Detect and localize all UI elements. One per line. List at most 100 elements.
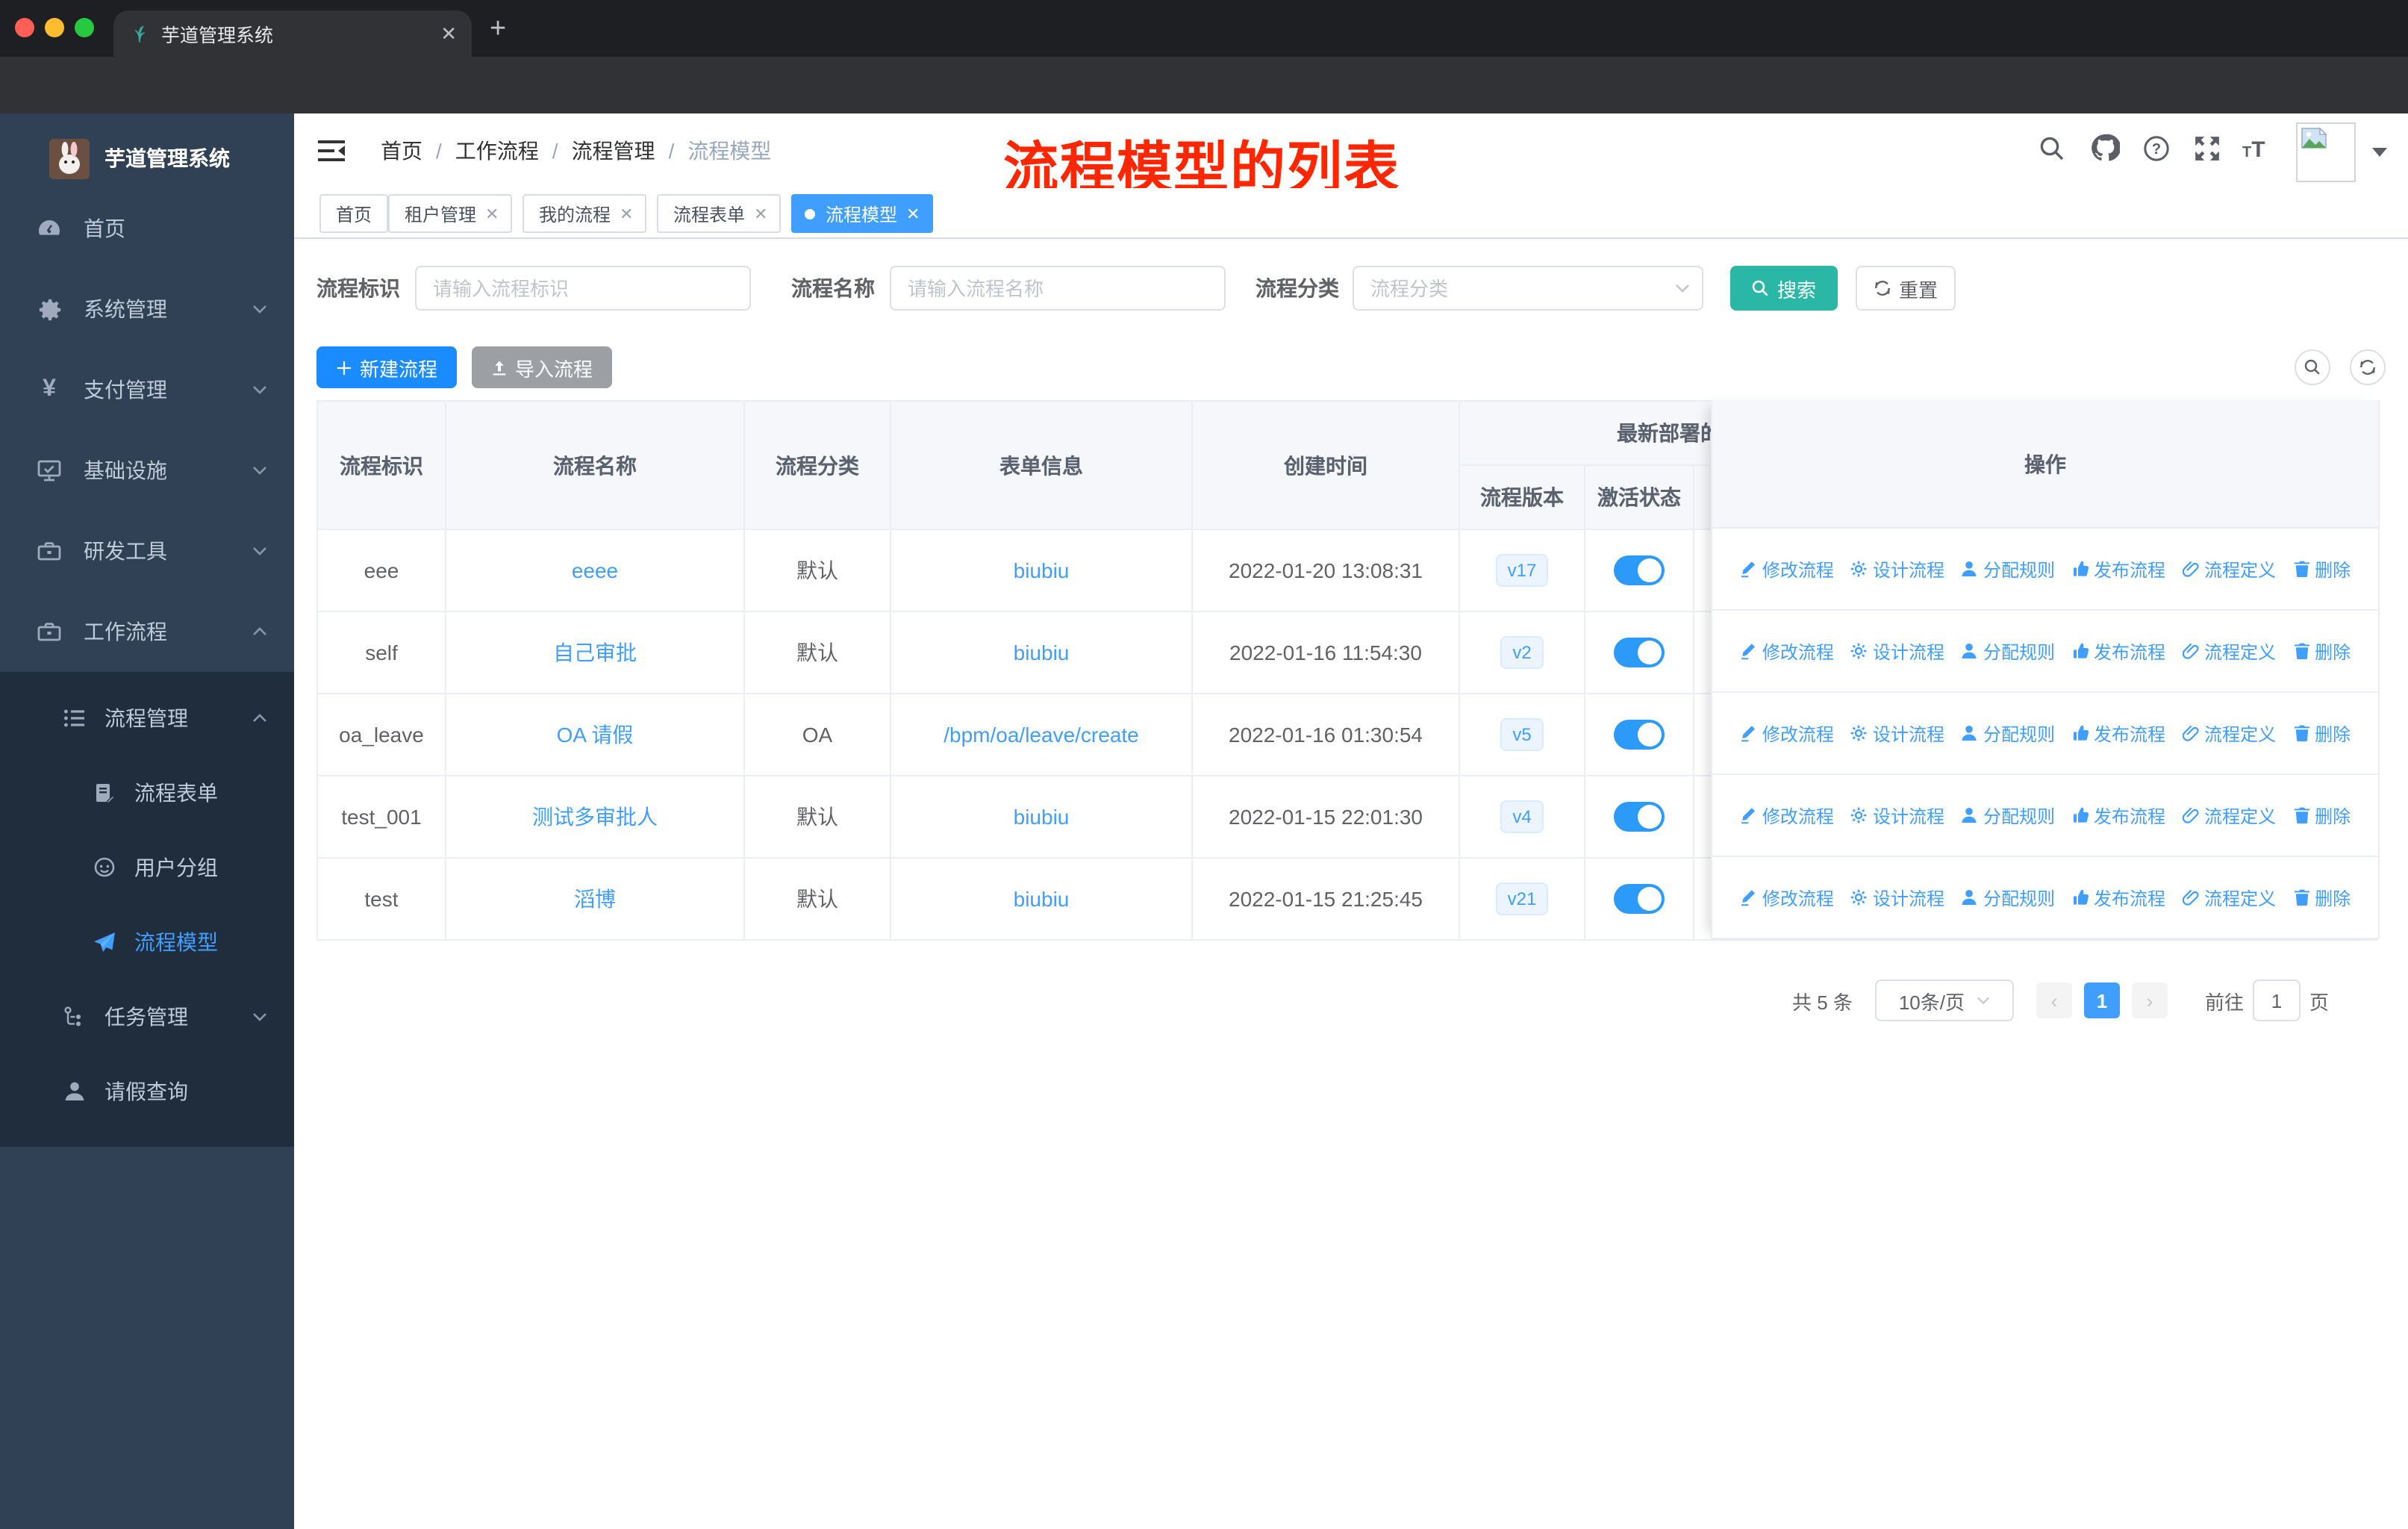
design-process-link[interactable]: 设计流程 (1850, 556, 1944, 582)
process-name-input[interactable] (890, 266, 1226, 311)
publish-process-link[interactable]: 发布流程 (2071, 885, 2165, 910)
close-window-button[interactable] (15, 18, 34, 37)
sidebar-item-home[interactable]: 首页 (0, 188, 294, 269)
modify-process-link[interactable]: 修改流程 (1740, 638, 1834, 664)
process-name-link[interactable]: OA 请假 (557, 723, 634, 747)
breadcrumb-workflow[interactable]: 工作流程 (455, 136, 539, 166)
process-name-link[interactable]: 测试多审批人 (532, 805, 658, 829)
process-definition-link[interactable]: 流程定义 (2182, 638, 2276, 664)
modify-process-link[interactable]: 修改流程 (1740, 885, 1834, 910)
sidebar-item-devtools[interactable]: 研发工具 (0, 511, 294, 591)
next-page-button[interactable]: › (2131, 983, 2168, 1018)
form-info-link[interactable]: biubiu (1014, 805, 1070, 829)
assign-rule-link[interactable]: 分配规则 (1961, 885, 2055, 910)
modify-process-link[interactable]: 修改流程 (1740, 720, 1834, 746)
sidebar-item-task-manage[interactable]: 任务管理 (0, 980, 294, 1054)
modify-process-link[interactable]: 修改流程 (1740, 803, 1834, 828)
form-info-link[interactable]: /bpm/oa/leave/create (943, 723, 1139, 747)
active-toggle[interactable] (1614, 638, 1665, 667)
avatar[interactable] (2296, 122, 2356, 182)
avatar-caret-icon[interactable] (2372, 148, 2387, 157)
active-toggle[interactable] (1614, 555, 1665, 585)
design-process-link[interactable]: 设计流程 (1850, 720, 1944, 746)
form-info-link[interactable]: biubiu (1014, 887, 1070, 911)
tag-process-form[interactable]: 流程表单 ✕ (657, 194, 782, 233)
design-process-link[interactable]: 设计流程 (1850, 885, 1944, 910)
delete-link[interactable]: 删除 (2292, 720, 2351, 746)
show-search-button[interactable] (2295, 349, 2330, 385)
new-tab-button[interactable]: + (490, 13, 506, 46)
process-definition-link[interactable]: 流程定义 (2182, 556, 2276, 582)
assign-rule-link[interactable]: 分配规则 (1961, 803, 2055, 828)
active-toggle[interactable] (1614, 802, 1665, 832)
breadcrumb-process-manage[interactable]: 流程管理 (572, 136, 655, 166)
design-process-link[interactable]: 设计流程 (1850, 638, 1944, 664)
delete-link[interactable]: 删除 (2292, 803, 2351, 828)
sidebar-item-process-model[interactable]: 流程模型 (0, 905, 294, 980)
sidebar-item-system[interactable]: 系统管理 (0, 269, 294, 349)
process-key-input[interactable] (415, 266, 751, 311)
form-info-link[interactable]: biubiu (1014, 558, 1070, 582)
minimize-window-button[interactable] (45, 18, 64, 37)
sidebar-item-infra[interactable]: 基础设施 (0, 430, 294, 511)
sidebar-item-leave-query[interactable]: 请假查询 (0, 1054, 294, 1129)
chevron-down-icon (252, 546, 267, 555)
publish-process-link[interactable]: 发布流程 (2071, 720, 2165, 746)
refresh-table-button[interactable] (2350, 349, 2386, 385)
search-button[interactable]: 搜索 (1730, 266, 1838, 311)
search-icon[interactable] (2038, 134, 2066, 163)
github-icon[interactable] (2090, 133, 2120, 163)
assign-rule-link[interactable]: 分配规则 (1961, 638, 2055, 664)
sidebar-item-workflow[interactable]: 工作流程 (0, 591, 294, 672)
tag-my-process[interactable]: 我的流程 ✕ (523, 194, 647, 233)
tag-close-icon[interactable]: ✕ (485, 204, 499, 223)
sidebar-item-process-form[interactable]: 流程表单 (0, 756, 294, 830)
font-size-icon[interactable]: TT (2242, 137, 2265, 164)
sidebar-item-process-manage[interactable]: 流程管理 (0, 681, 294, 756)
main-area: 首页 / 工作流程 / 流程管理 / 流程模型 流程模型的列表 ? TT 首页 … (294, 113, 2408, 1529)
tag-tenant[interactable]: 租户管理 ✕ (388, 194, 513, 233)
modify-process-link[interactable]: 修改流程 (1740, 556, 1834, 582)
goto-page-input[interactable] (2252, 980, 2301, 1021)
help-icon[interactable]: ? (2142, 134, 2171, 163)
current-page[interactable]: 1 (2083, 983, 2120, 1018)
process-definition-link[interactable]: 流程定义 (2182, 803, 2276, 828)
import-process-button[interactable]: 导入流程 (472, 346, 612, 388)
assign-rule-link[interactable]: 分配规则 (1961, 556, 2055, 582)
tag-home[interactable]: 首页 (319, 194, 389, 233)
tab-close-icon[interactable]: ✕ (440, 22, 457, 46)
publish-process-link[interactable]: 发布流程 (2071, 556, 2165, 582)
tag-process-model[interactable]: 流程模型 ✕ (791, 194, 934, 233)
tag-close-icon[interactable]: ✕ (906, 204, 920, 223)
create-process-button[interactable]: 新建流程 (316, 346, 457, 388)
browser-tab[interactable]: 芋道管理系统 ✕ (113, 10, 472, 57)
active-toggle[interactable] (1614, 884, 1665, 914)
prev-page-button[interactable]: ‹ (2036, 983, 2072, 1018)
tag-close-icon[interactable]: ✕ (754, 204, 767, 223)
assign-rule-link[interactable]: 分配规则 (1961, 720, 2055, 746)
page-size-select[interactable]: 10条/页 (1874, 980, 2014, 1021)
delete-link[interactable]: 删除 (2292, 556, 2351, 582)
publish-process-link[interactable]: 发布流程 (2071, 803, 2165, 828)
process-name-link[interactable]: 自己审批 (553, 641, 637, 664)
reset-button[interactable]: 重置 (1856, 266, 1956, 311)
delete-link[interactable]: 删除 (2292, 885, 2351, 910)
collapse-sidebar-icon[interactable] (316, 137, 346, 164)
process-name-link[interactable]: 滔博 (574, 887, 616, 911)
active-toggle[interactable] (1614, 720, 1665, 750)
delete-link[interactable]: 删除 (2292, 638, 2351, 664)
process-category-select[interactable] (1353, 266, 1703, 311)
process-definition-link[interactable]: 流程定义 (2182, 885, 2276, 910)
fullscreen-icon[interactable] (2193, 134, 2221, 163)
process-definition-link[interactable]: 流程定义 (2182, 720, 2276, 746)
breadcrumb-home[interactable]: 首页 (381, 136, 422, 166)
publish-process-link[interactable]: 发布流程 (2071, 638, 2165, 664)
tag-close-icon[interactable]: ✕ (620, 204, 633, 223)
sidebar-item-payment[interactable]: ¥ 支付管理 (0, 349, 294, 430)
zoom-window-button[interactable] (75, 18, 94, 37)
sidebar-item-user-group[interactable]: 用户分组 (0, 830, 294, 905)
app-logo-row[interactable]: 芋道管理系统 (0, 128, 294, 188)
design-process-link[interactable]: 设计流程 (1850, 803, 1944, 828)
form-info-link[interactable]: biubiu (1014, 641, 1070, 664)
process-name-link[interactable]: eeee (572, 558, 618, 582)
